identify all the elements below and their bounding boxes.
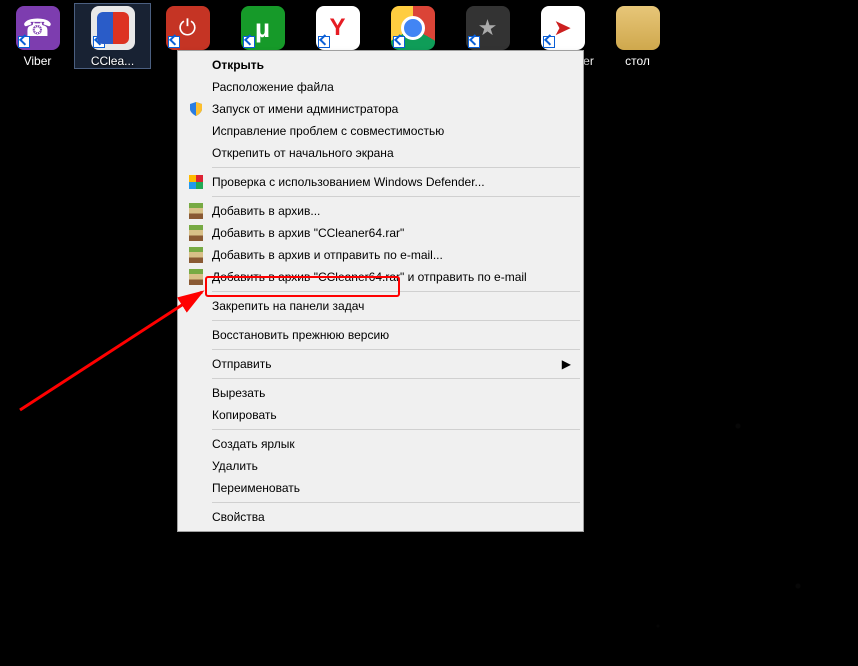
- shortcut-badge-icon: [468, 36, 480, 48]
- menu-send-to[interactable]: Отправить ▶: [180, 353, 581, 375]
- shortcut-badge-icon: [393, 36, 405, 48]
- desktop-icon-label: стол: [625, 54, 650, 68]
- shield-icon: [184, 100, 208, 118]
- shortcut-badge-icon: [318, 36, 330, 48]
- submenu-arrow-icon: ▶: [562, 357, 571, 371]
- folder-icon: [616, 6, 660, 50]
- power-icon: [166, 6, 210, 50]
- chrome-icon: [391, 6, 435, 50]
- menu-create-shortcut[interactable]: Создать ярлык: [180, 433, 581, 455]
- menu-separator: [212, 196, 580, 197]
- viber-icon: [16, 6, 60, 50]
- menu-cut[interactable]: Вырезать: [180, 382, 581, 404]
- menu-defender-scan[interactable]: Проверка с использованием Windows Defend…: [180, 171, 581, 193]
- desktop-icon-label: CClea...: [91, 54, 134, 68]
- menu-item-label: Добавить в архив и отправить по e-mail..…: [212, 248, 571, 262]
- menu-troubleshoot[interactable]: Исправление проблем с совместимостью: [180, 120, 581, 142]
- menu-add-archive-email[interactable]: Добавить в архив и отправить по e-mail..…: [180, 244, 581, 266]
- menu-separator: [212, 378, 580, 379]
- menu-item-label: Отправить: [212, 357, 562, 371]
- menu-delete[interactable]: Удалить: [180, 455, 581, 477]
- menu-item-label: Вырезать: [212, 386, 571, 400]
- yandex-icon: [316, 6, 360, 50]
- menu-item-label: Добавить в архив "CCleaner64.rar": [212, 226, 571, 240]
- menu-item-label: Добавить в архив...: [212, 204, 571, 218]
- menu-open[interactable]: Открыть: [180, 54, 581, 76]
- menu-item-label: Создать ярлык: [212, 437, 571, 451]
- defender-icon: [184, 173, 208, 191]
- menu-separator: [212, 349, 580, 350]
- menu-rename[interactable]: Переименовать: [180, 477, 581, 499]
- menu-item-label: Удалить: [212, 459, 571, 473]
- shortcut-badge-icon: [243, 36, 255, 48]
- menu-separator: [212, 291, 580, 292]
- menu-add-archive-named[interactable]: Добавить в архив "CCleaner64.rar": [180, 222, 581, 244]
- menu-item-label: Закрепить на панели задач: [212, 299, 571, 313]
- menu-add-archive-named-email[interactable]: Добавить в архив "CCleaner64.rar" и отпр…: [180, 266, 581, 288]
- menu-restore-previous[interactable]: Восстановить прежнюю версию: [180, 324, 581, 346]
- menu-properties[interactable]: Свойства: [180, 506, 581, 528]
- game-center-icon: [541, 6, 585, 50]
- menu-separator: [212, 502, 580, 503]
- menu-item-label: Расположение файла: [212, 80, 571, 94]
- menu-separator: [212, 320, 580, 321]
- ccleaner-icon: [91, 6, 135, 50]
- rar-icon: [184, 246, 208, 264]
- context-menu: Открыть Расположение файла Запуск от име…: [177, 50, 584, 532]
- menu-file-location[interactable]: Расположение файла: [180, 76, 581, 98]
- menu-copy[interactable]: Копировать: [180, 404, 581, 426]
- desktop-icon-label: Viber: [24, 54, 52, 68]
- menu-item-label: Восстановить прежнюю версию: [212, 328, 571, 342]
- rar-icon: [184, 202, 208, 220]
- menu-item-label: Запуск от имени администратора: [212, 102, 571, 116]
- rar-icon: [184, 268, 208, 286]
- desktop-icon-folder[interactable]: стол: [600, 4, 675, 68]
- desktop-icon-ccleaner[interactable]: CClea...: [75, 4, 150, 68]
- shortcut-badge-icon: [93, 36, 105, 48]
- menu-item-label: Копировать: [212, 408, 571, 422]
- wot-icon: [466, 6, 510, 50]
- desktop-icon-viber[interactable]: Viber: [0, 4, 75, 68]
- menu-item-label: Свойства: [212, 510, 571, 524]
- menu-item-label: Добавить в архив "CCleaner64.rar" и отпр…: [212, 270, 571, 284]
- menu-separator: [212, 429, 580, 430]
- rar-icon: [184, 224, 208, 242]
- utorrent-icon: [241, 6, 285, 50]
- menu-separator: [212, 167, 580, 168]
- menu-item-label: Исправление проблем с совместимостью: [212, 124, 571, 138]
- shortcut-badge-icon: [168, 36, 180, 48]
- menu-run-as-admin[interactable]: Запуск от имени администратора: [180, 98, 581, 120]
- menu-item-label: Переименовать: [212, 481, 571, 495]
- menu-pin-taskbar[interactable]: Закрепить на панели задач: [180, 295, 581, 317]
- menu-unpin-start[interactable]: Открепить от начального экрана: [180, 142, 581, 164]
- menu-item-label: Открепить от начального экрана: [212, 146, 571, 160]
- menu-item-label: Проверка с использованием Windows Defend…: [212, 175, 571, 189]
- menu-item-label: Открыть: [212, 58, 571, 72]
- menu-add-archive[interactable]: Добавить в архив...: [180, 200, 581, 222]
- shortcut-badge-icon: [543, 36, 555, 48]
- shortcut-badge-icon: [18, 36, 30, 48]
